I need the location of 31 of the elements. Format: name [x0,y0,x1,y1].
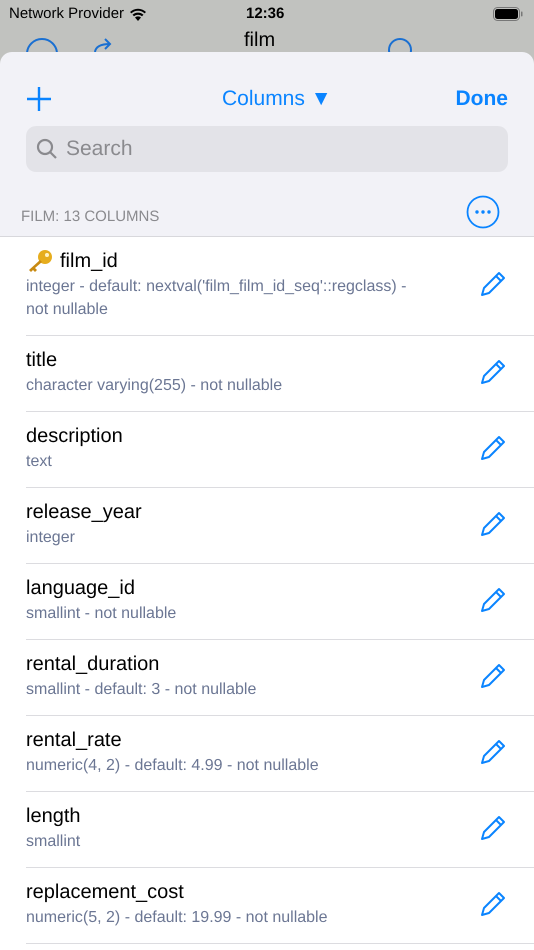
column-name: film_id [60,249,118,274]
wifi-icon [129,8,148,20]
column-detail: integer [26,528,76,548]
search-icon [36,138,58,160]
columns-menu-button[interactable]: Columns ▼ [222,83,332,115]
done-button[interactable]: Done [455,83,508,115]
column-detail: smallint - not nullable [26,604,178,624]
carrier-text: Network Provider [9,4,124,24]
column-detail: character varying(255) - not nullable [26,376,284,396]
column-name: language_id [26,576,135,601]
column-name: rental_duration [26,652,160,677]
column-name: length [26,804,80,829]
clock-text: 12:36 [246,4,284,24]
column-name: title [26,348,58,373]
more-options-icon[interactable] [466,195,500,229]
column-name: release_year [26,500,142,525]
column-detail: smallint - default: 3 - not nullable [26,680,258,700]
battery-icon [493,7,523,21]
column-name: replacement_cost [26,880,184,905]
search-field[interactable]: Search [26,126,508,172]
column-name: description [26,424,123,449]
plus-icon[interactable] [26,86,52,112]
column-name: rental_rate [26,728,122,753]
section-header: FILM: 13 COLUMNS [21,206,160,226]
column-detail: integer - default: nextval('film_film_id_seq'::regclass) - not nullable [26,277,408,320]
column-detail: numeric(5, 2) - default: 19.99 - not nullable [26,908,328,928]
pencil-icon[interactable] [478,269,508,299]
nav-title: film [244,29,276,52]
column-detail: numeric(4, 2) - default: 4.99 - not nullable [26,756,320,776]
column-detail: text [26,452,53,472]
column-detail: smallint [26,832,82,852]
